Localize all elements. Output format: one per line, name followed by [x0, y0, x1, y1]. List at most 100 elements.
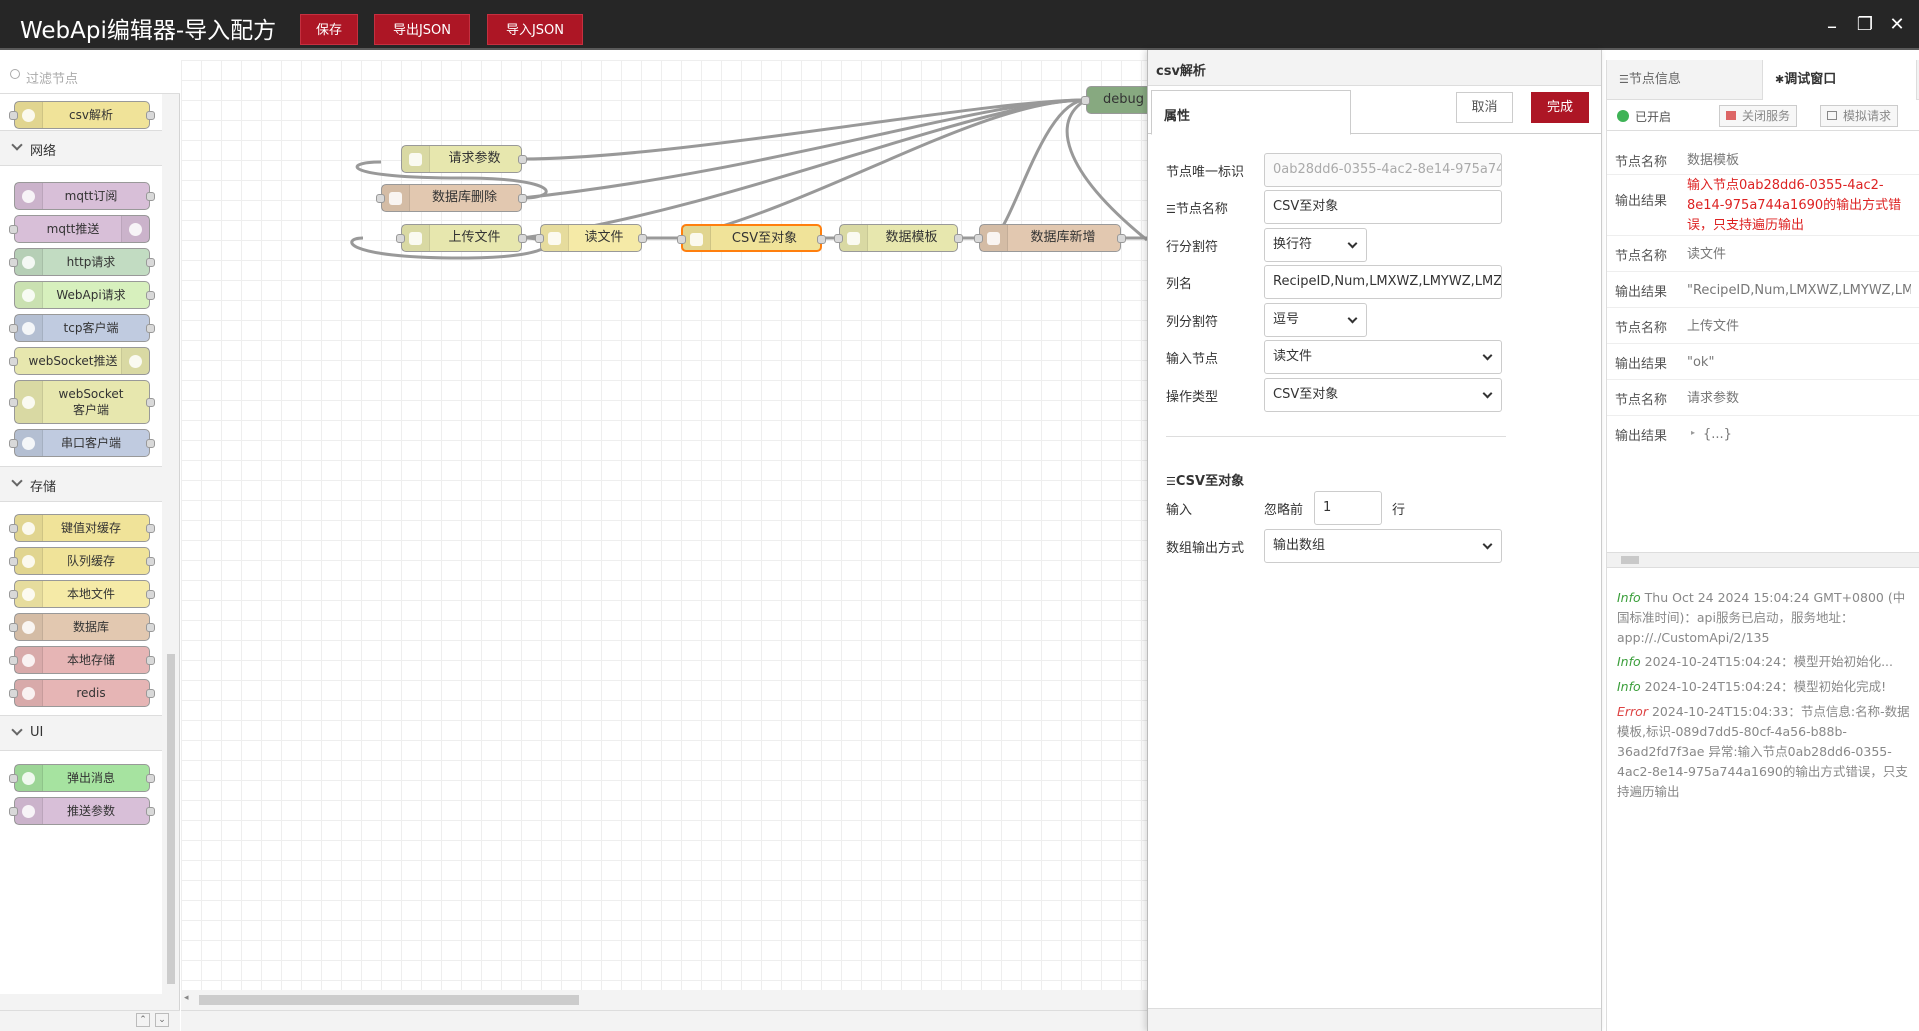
- node-name-field[interactable]: CSV至对象: [1264, 190, 1502, 224]
- input-port: [9, 357, 18, 366]
- row-value: 读文件: [1687, 247, 1727, 262]
- input-port[interactable]: [677, 235, 686, 244]
- import-json-button[interactable]: 导入JSON: [487, 14, 583, 45]
- flow-node-read-file[interactable]: 读文件: [535, 224, 647, 252]
- input-port[interactable]: [396, 234, 405, 243]
- output-port[interactable]: [817, 235, 826, 244]
- flow-workspace[interactable]: 请求参数 数据库删除 上传文件 读文件 CSV至对象 数据模板 数据库新增 de…: [181, 60, 1147, 1010]
- input-port[interactable]: [1081, 96, 1090, 105]
- row-value: "RecipeID,Num,LMXWZ,LMYWZ,LMZWZ: [1687, 283, 1911, 298]
- log-level: Error: [1617, 704, 1648, 719]
- scrollbar-thumb[interactable]: [1621, 556, 1639, 564]
- select-value: 读文件: [1273, 349, 1313, 364]
- flow-node-db-delete[interactable]: 数据库删除: [376, 184, 527, 212]
- palette-node-push-params[interactable]: 推送参数: [9, 797, 155, 825]
- export-json-button[interactable]: 导出JSON: [374, 14, 470, 45]
- output-port[interactable]: [518, 194, 527, 203]
- scrollbar-thumb[interactable]: [167, 654, 175, 984]
- col-separator-select[interactable]: 逗号: [1264, 303, 1367, 337]
- palette-node-local-storage[interactable]: 本地存储: [9, 646, 155, 674]
- minimize-icon[interactable]: –: [1820, 14, 1844, 38]
- output-port: [146, 689, 155, 698]
- input-port[interactable]: [535, 234, 544, 243]
- palette-node-mqtt-sub[interactable]: mqtt订阅: [14, 182, 155, 210]
- save-button[interactable]: 保存: [300, 14, 358, 45]
- log-text: 2024-10-24T15:04:24：模型初始化完成!: [1644, 679, 1887, 694]
- list-icon: ☰: [1166, 203, 1176, 216]
- node-id-field[interactable]: 0ab28dd6-0355-4ac2-8e14-975a744a1690: [1264, 153, 1502, 187]
- col-sep-label: 列分割符: [1166, 315, 1219, 330]
- category-storage[interactable]: 存储: [0, 466, 162, 502]
- output-port[interactable]: [954, 234, 963, 243]
- palette-node-websocket-client[interactable]: webSocket 客户端: [9, 380, 155, 424]
- columns-field[interactable]: RecipeID,Num,LMXWZ,LMYWZ,LMZWZ,SD: [1264, 265, 1502, 299]
- output-port: [146, 291, 155, 300]
- restore-icon[interactable]: ❐: [1853, 14, 1877, 35]
- output-port[interactable]: [518, 234, 527, 243]
- log-text: 2024-10-24T15:04:33：节点信息:名称-数据模板,标识-089d…: [1617, 704, 1910, 799]
- stop-icon: [1726, 111, 1736, 120]
- palette-scrollbar[interactable]: [164, 94, 178, 994]
- flow-node-csv-to-object[interactable]: CSV至对象: [677, 224, 826, 252]
- info-row: 输出结果 输入节点0ab28dd6-0355-4ac2-8e14-975a744…: [1607, 176, 1919, 236]
- log-level: Info: [1617, 654, 1641, 669]
- input-port: [9, 225, 18, 234]
- palette-node-csv[interactable]: csv解析: [9, 101, 155, 129]
- op-type-select[interactable]: CSV至对象: [1264, 378, 1502, 412]
- palette-node-tcp[interactable]: tcp客户端: [9, 314, 155, 342]
- collapse-all-icon[interactable]: ⌃: [136, 1013, 150, 1027]
- sidebar-hscrollbar[interactable]: [1607, 552, 1919, 568]
- input-port[interactable]: [376, 194, 385, 203]
- palette-node-database[interactable]: 数据库: [9, 613, 155, 641]
- database-icon: [15, 647, 43, 673]
- row-separator-select[interactable]: 换行符: [1264, 228, 1367, 262]
- simulate-request-button[interactable]: 模拟请求: [1820, 105, 1899, 127]
- done-button[interactable]: 完成: [1531, 92, 1589, 123]
- input-port[interactable]: [834, 234, 843, 243]
- app-title: WebApi编辑器-导入配方: [20, 18, 277, 44]
- output-port[interactable]: [518, 155, 527, 164]
- row-key: 输出结果: [1615, 429, 1668, 444]
- palette-node-redis[interactable]: redis: [9, 679, 155, 707]
- tab-node-info[interactable]: ☰节点信息: [1607, 60, 1762, 100]
- close-icon[interactable]: ✕: [1885, 14, 1909, 35]
- close-service-button[interactable]: 关闭服务: [1719, 105, 1798, 127]
- output-port[interactable]: [1117, 234, 1126, 243]
- palette-filter[interactable]: 过滤节点: [0, 60, 180, 94]
- palette-node-webapi[interactable]: WebApi请求: [14, 281, 155, 309]
- flow-node-debug[interactable]: debug: [1081, 86, 1147, 114]
- palette-node-websocket-push[interactable]: webSocket推送: [9, 347, 150, 375]
- flow-node-upload-file[interactable]: 上传文件: [396, 224, 527, 252]
- flow-node-data-template[interactable]: 数据模板: [834, 224, 963, 252]
- database-icon: [382, 185, 410, 211]
- array-output-select[interactable]: 输出数组: [1264, 529, 1502, 563]
- expand-all-icon[interactable]: ⌄: [155, 1013, 169, 1027]
- row-value-expandable[interactable]: {...}: [1703, 425, 1911, 445]
- palette-node-http[interactable]: http请求: [9, 248, 155, 276]
- tab-debug[interactable]: ✱调试窗口: [1762, 60, 1917, 100]
- tab-properties[interactable]: 属性: [1151, 90, 1351, 135]
- flow-node-label: 数据库删除: [431, 190, 497, 205]
- output-port[interactable]: [638, 234, 647, 243]
- input-port[interactable]: [974, 234, 983, 243]
- palette-node-kv-cache[interactable]: 键值对缓存: [9, 514, 155, 542]
- file-icon: [15, 581, 43, 607]
- skip-rows-input[interactable]: 1: [1314, 491, 1382, 525]
- input-node-select[interactable]: 读文件: [1264, 340, 1502, 374]
- flow-node-db-insert[interactable]: 数据库新增: [974, 224, 1126, 252]
- scrollbar-thumb[interactable]: [199, 995, 579, 1005]
- workspace-hscrollbar[interactable]: ◂: [181, 990, 1147, 1010]
- palette-node-local-file[interactable]: 本地文件: [9, 580, 155, 608]
- palette-node-popup[interactable]: 弹出消息: [9, 764, 155, 792]
- category-network[interactable]: 网络: [0, 130, 162, 166]
- palette-node-mqtt-pub[interactable]: mqtt推送: [9, 215, 150, 243]
- scroll-left-icon[interactable]: ◂: [184, 993, 189, 1003]
- palette-node-serial[interactable]: 串口客户端: [9, 429, 155, 457]
- filter-placeholder[interactable]: 过滤节点: [26, 68, 78, 87]
- caret-right-icon[interactable]: ▸: [1691, 428, 1695, 437]
- flow-node-request-params[interactable]: 请求参数: [401, 145, 527, 173]
- cancel-button[interactable]: 取消: [1456, 92, 1513, 123]
- palette-node-queue-cache[interactable]: 队列缓存: [9, 547, 155, 575]
- category-ui[interactable]: UI: [0, 715, 162, 751]
- globe-icon: [15, 249, 43, 275]
